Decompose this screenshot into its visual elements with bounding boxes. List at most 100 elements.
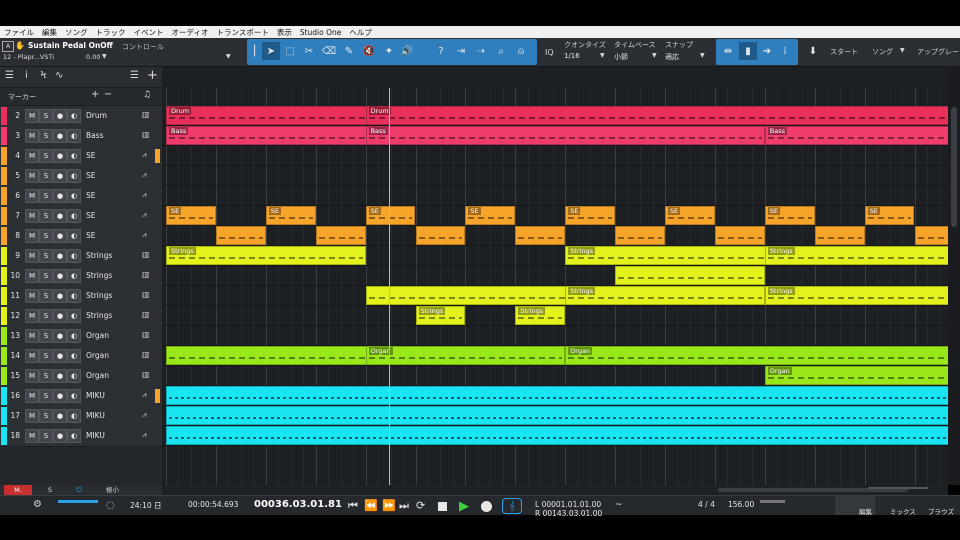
mute-button[interactable]: M xyxy=(25,229,39,243)
solo-button[interactable]: S xyxy=(39,329,53,343)
event-part-drum[interactable]: Drum xyxy=(365,106,948,125)
monitor-button[interactable]: ◐ xyxy=(67,249,81,263)
track-header[interactable]: 6 M S ● ◐ SE ⩘ xyxy=(0,186,162,207)
start-arrow-icon[interactable]: ⬇ xyxy=(804,42,822,60)
track-name[interactable]: Strings xyxy=(86,311,112,320)
monitor-button[interactable]: ◐ xyxy=(67,109,81,123)
quantize-value[interactable]: 1/16 xyxy=(564,52,580,60)
control-dropdown-icon[interactable]: ▼ xyxy=(102,53,107,60)
inspector-dropdown-icon[interactable]: ▼ xyxy=(226,53,231,60)
record-arm-button[interactable]: ● xyxy=(53,309,67,323)
track-name[interactable]: SE xyxy=(86,211,96,220)
a-icon[interactable]: A xyxy=(2,41,14,52)
iq-label[interactable]: IQ xyxy=(545,48,554,57)
timebase-dropdown-icon[interactable]: ▼ xyxy=(652,52,657,59)
monitor-button[interactable]: ◐ xyxy=(67,189,81,203)
event-part-se[interactable] xyxy=(215,226,266,245)
remove-marker-icon[interactable]: − xyxy=(104,89,112,100)
browse-tab-label[interactable]: ブラウズ xyxy=(928,506,954,516)
record-arm-button[interactable]: ● xyxy=(53,269,67,283)
event-part-se[interactable]: SE xyxy=(665,206,715,225)
track-header[interactable]: 12 M S ● ◐ Strings ▥ xyxy=(0,306,162,327)
stretch-icon[interactable]: ⍝ xyxy=(512,42,530,60)
stop-button[interactable] xyxy=(438,502,447,511)
track-header[interactable]: 18 M S ● ◐ MIKU ⩘ xyxy=(0,426,162,447)
listen-tool-icon[interactable]: 🔊 xyxy=(398,42,416,60)
mute-button[interactable]: M xyxy=(25,289,39,303)
event-part-se[interactable]: SE xyxy=(764,206,815,225)
eraser-tool-icon[interactable]: ⌫ xyxy=(320,42,338,60)
mute-button[interactable]: M xyxy=(25,389,39,403)
event-part-strings[interactable]: Strings xyxy=(415,306,466,325)
mix-tab-label[interactable]: ミックス xyxy=(890,506,916,516)
rewind-icon[interactable]: ⏪ xyxy=(364,499,378,512)
track-name[interactable]: MIKU xyxy=(86,431,105,440)
event-part-miku[interactable] xyxy=(166,386,948,405)
loop-icon[interactable]: ⟳ xyxy=(416,499,425,512)
record-arm-button[interactable]: ● xyxy=(53,409,67,423)
record-button[interactable] xyxy=(481,501,492,512)
monitor-button[interactable]: ◐ xyxy=(67,169,81,183)
monitor-icon[interactable]: ⏻ xyxy=(72,485,86,495)
mute-button[interactable]: M xyxy=(25,249,39,263)
menu-edit[interactable]: 編集 xyxy=(38,27,61,38)
add-marker-icon[interactable]: + xyxy=(91,89,99,100)
record-arm-button[interactable]: ● xyxy=(53,149,67,163)
track-header[interactable]: 13 M S ● ◐ Organ ▥ xyxy=(0,326,162,347)
solo-button[interactable]: S xyxy=(39,369,53,383)
track-name[interactable]: SE xyxy=(86,191,96,200)
monitor-button[interactable]: ◐ xyxy=(67,329,81,343)
select-tool-icon[interactable]: ➤ xyxy=(262,42,280,60)
event-part-se[interactable] xyxy=(515,226,566,245)
solo-button[interactable]: S xyxy=(39,169,53,183)
mute-button[interactable]: M xyxy=(25,409,39,423)
vertical-scroll-thumb[interactable] xyxy=(951,107,957,227)
quantize-dropdown-icon[interactable]: ▼ xyxy=(600,52,605,59)
mute-button[interactable]: M xyxy=(25,349,39,363)
range-tool-icon[interactable]: ⬚ xyxy=(281,42,299,60)
solo-button[interactable]: S xyxy=(39,289,53,303)
mute-button[interactable]: M xyxy=(25,189,39,203)
track-name[interactable]: Organ xyxy=(86,351,109,360)
menu-event[interactable]: イベント xyxy=(130,27,168,38)
record-arm-button[interactable]: ● xyxy=(53,329,67,343)
monitor-button[interactable]: ◐ xyxy=(67,209,81,223)
solo-button[interactable]: S xyxy=(39,429,53,443)
event-part-se[interactable] xyxy=(615,226,665,245)
event-part-se[interactable]: SE xyxy=(365,206,416,225)
return-to-zero-icon[interactable]: ⏮ xyxy=(348,499,358,513)
monitor-button[interactable]: ◐ xyxy=(67,369,81,383)
event-part-strings[interactable]: Strings xyxy=(764,246,948,265)
list-icon[interactable]: ☰ xyxy=(130,70,139,81)
mute-button[interactable]: M xyxy=(25,209,39,223)
solo-button[interactable]: S xyxy=(39,209,53,223)
menu-transport[interactable]: トランスポート xyxy=(212,27,272,38)
playhead-line[interactable] xyxy=(389,88,390,485)
solo-button[interactable]: S xyxy=(39,389,53,403)
mute-button[interactable]: M xyxy=(25,309,39,323)
edit-tab[interactable]: 編集 xyxy=(835,496,875,516)
mute-all-button[interactable]: M. xyxy=(4,485,32,495)
record-arm-button[interactable]: ● xyxy=(53,249,67,263)
track-name[interactable]: MIKU xyxy=(86,411,105,420)
snap-to-grid-icon[interactable]: ⇹ xyxy=(719,42,737,60)
metronome-button[interactable]: 𝄞 xyxy=(502,498,522,514)
track-header[interactable]: 9 M S ● ◐ Strings ▥ xyxy=(0,246,162,267)
track-name[interactable]: SE xyxy=(86,151,96,160)
zoom-icon[interactable]: ⌕ xyxy=(492,42,510,60)
play-button[interactable]: ▶ xyxy=(459,499,469,514)
solo-button[interactable]: S xyxy=(39,229,53,243)
track-name[interactable]: Bass xyxy=(86,131,104,140)
monitor-button[interactable]: ◐ xyxy=(67,229,81,243)
gear-icon[interactable]: ⚙ xyxy=(33,499,42,510)
curve-icon[interactable]: ∿ xyxy=(55,70,63,81)
mute-button[interactable]: M xyxy=(25,149,39,163)
menu-studio-one[interactable]: Studio One xyxy=(296,28,346,37)
monitor-button[interactable]: ◐ xyxy=(67,349,81,363)
snap-forward-icon[interactable]: ➜ xyxy=(758,42,776,60)
solo-button[interactable]: S xyxy=(39,109,53,123)
track-header[interactable]: 15 M S ● ◐ Organ ▥ xyxy=(0,366,162,387)
menu-audio[interactable]: オーディオ xyxy=(168,27,213,38)
record-arm-button[interactable]: ● xyxy=(53,129,67,143)
snap-bar-icon[interactable]: ▮ xyxy=(739,42,757,60)
